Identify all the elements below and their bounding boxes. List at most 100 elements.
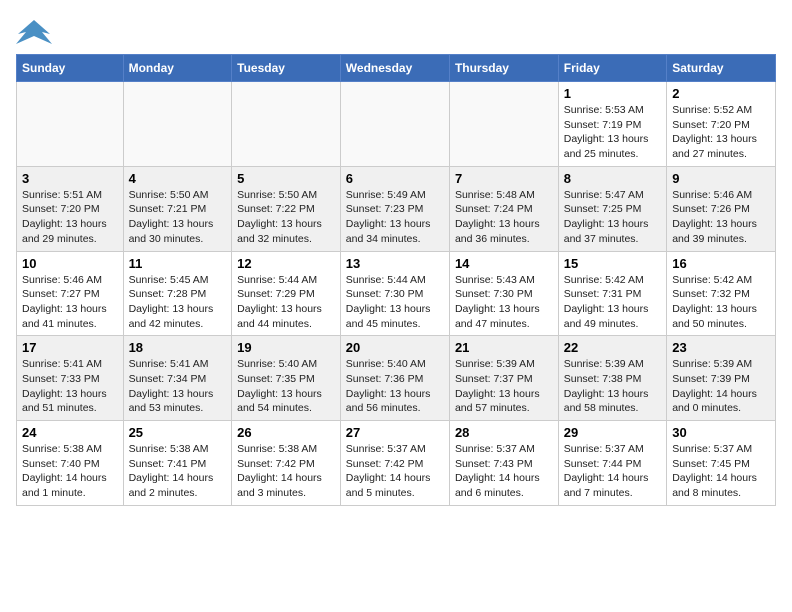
- day-number: 14: [455, 256, 553, 271]
- day-info: Sunrise: 5:48 AM Sunset: 7:24 PM Dayligh…: [455, 188, 553, 247]
- day-number: 15: [564, 256, 661, 271]
- calendar-cell: 28Sunrise: 5:37 AM Sunset: 7:43 PM Dayli…: [449, 421, 558, 506]
- day-number: 4: [129, 171, 227, 186]
- day-info: Sunrise: 5:49 AM Sunset: 7:23 PM Dayligh…: [346, 188, 444, 247]
- calendar-week-row: 10Sunrise: 5:46 AM Sunset: 7:27 PM Dayli…: [17, 251, 776, 336]
- day-info: Sunrise: 5:38 AM Sunset: 7:42 PM Dayligh…: [237, 442, 335, 501]
- calendar-cell: 23 Sunrise: 5:39 AM Sunset: 7:39 PM Dayli…: [667, 336, 776, 421]
- logo: [16, 16, 56, 46]
- day-info: Sunrise: 5:37 AM Sunset: 7:44 PM Dayligh…: [564, 442, 661, 501]
- calendar-cell: 27 Sunrise: 5:37 AM Sunset: 7:42 PM Dayli…: [340, 421, 449, 506]
- calendar-cell: 25 Sunrise: 5:38 AM Sunset: 7:41 PM Dayli…: [123, 421, 232, 506]
- day-number: 27: [346, 425, 444, 440]
- day-number: 23: [672, 340, 770, 355]
- day-info: Sunrise: 5:39 AM Sunset: 7:37 PM Dayligh…: [455, 357, 553, 416]
- day-header: Friday: [558, 55, 666, 82]
- day-header: Saturday: [667, 55, 776, 82]
- calendar-cell: [449, 82, 558, 167]
- day-info: Sunrise: 5:40 AM Sunset: 7:35 PM Dayligh…: [237, 357, 335, 416]
- header: [16, 16, 776, 46]
- day-number: 21: [455, 340, 553, 355]
- calendar-week-row: 17 Sunrise: 5:41 AM Sunset: 7:33 PM Dayli…: [17, 336, 776, 421]
- day-number: 16: [672, 256, 770, 271]
- calendar-cell: 12 Sunrise: 5:44 AM Sunset: 7:29 PM Dayli…: [232, 251, 341, 336]
- day-number: 1: [564, 86, 661, 101]
- calendar: SundayMondayTuesdayWednesdayThursdayFrid…: [16, 54, 776, 506]
- day-number: 26: [237, 425, 335, 440]
- day-info: Sunrise: 5:37 AM Sunset: 7:45 PM Dayligh…: [672, 442, 770, 501]
- day-info: Sunrise: 5:45 AM Sunset: 7:28 PM Dayligh…: [129, 273, 227, 332]
- day-number: 5: [237, 171, 335, 186]
- calendar-cell: [123, 82, 232, 167]
- day-info: Sunrise: 5:51 AM Sunset: 7:20 PM Dayligh…: [22, 188, 118, 247]
- calendar-cell: 18 Sunrise: 5:41 AM Sunset: 7:34 PM Dayli…: [123, 336, 232, 421]
- day-info: Sunrise: 5:38 AM Sunset: 7:40 PM Dayligh…: [22, 442, 118, 501]
- day-info: Sunrise: 5:37 AM Sunset: 7:43 PM Dayligh…: [455, 442, 553, 501]
- day-header: Tuesday: [232, 55, 341, 82]
- day-info: Sunrise: 5:39 AM Sunset: 7:39 PM Dayligh…: [672, 357, 770, 416]
- calendar-cell: 9 Sunrise: 5:46 AM Sunset: 7:26 PM Daylig…: [667, 166, 776, 251]
- day-header: Monday: [123, 55, 232, 82]
- calendar-cell: 3 Sunrise: 5:51 AM Sunset: 7:20 PM Daylig…: [17, 166, 124, 251]
- day-number: 22: [564, 340, 661, 355]
- calendar-cell: 13 Sunrise: 5:44 AM Sunset: 7:30 PM Dayli…: [340, 251, 449, 336]
- calendar-week-row: 1 Sunrise: 5:53 AM Sunset: 7:19 PM Daylig…: [17, 82, 776, 167]
- day-number: 20: [346, 340, 444, 355]
- day-info: Sunrise: 5:47 AM Sunset: 7:25 PM Dayligh…: [564, 188, 661, 247]
- calendar-cell: 19 Sunrise: 5:40 AM Sunset: 7:35 PM Dayli…: [232, 336, 341, 421]
- day-number: 9: [672, 171, 770, 186]
- day-info: Sunrise: 5:41 AM Sunset: 7:33 PM Dayligh…: [22, 357, 118, 416]
- day-info: Sunrise: 5:44 AM Sunset: 7:29 PM Dayligh…: [237, 273, 335, 332]
- day-number: 18: [129, 340, 227, 355]
- calendar-cell: 26 Sunrise: 5:38 AM Sunset: 7:42 PM Dayli…: [232, 421, 341, 506]
- day-number: 19: [237, 340, 335, 355]
- day-number: 6: [346, 171, 444, 186]
- day-info: Sunrise: 5:50 AM Sunset: 7:22 PM Dayligh…: [237, 188, 335, 247]
- calendar-cell: 4 Sunrise: 5:50 AM Sunset: 7:21 PM Daylig…: [123, 166, 232, 251]
- calendar-cell: 17 Sunrise: 5:41 AM Sunset: 7:33 PM Dayli…: [17, 336, 124, 421]
- day-info: Sunrise: 5:37 AM Sunset: 7:42 PM Dayligh…: [346, 442, 444, 501]
- calendar-cell: 14 Sunrise: 5:43 AM Sunset: 7:30 PM Dayli…: [449, 251, 558, 336]
- day-number: 2: [672, 86, 770, 101]
- calendar-cell: 2Sunrise: 5:52 AM Sunset: 7:20 PM Daylig…: [667, 82, 776, 167]
- day-info: Sunrise: 5:46 AM Sunset: 7:27 PM Dayligh…: [22, 273, 118, 332]
- day-info: Sunrise: 5:43 AM Sunset: 7:30 PM Dayligh…: [455, 273, 553, 332]
- calendar-cell: [232, 82, 341, 167]
- calendar-cell: 22Sunrise: 5:39 AM Sunset: 7:38 PM Dayli…: [558, 336, 666, 421]
- calendar-cell: [340, 82, 449, 167]
- day-number: 13: [346, 256, 444, 271]
- day-info: Sunrise: 5:38 AM Sunset: 7:41 PM Dayligh…: [129, 442, 227, 501]
- logo-icon: [16, 16, 52, 46]
- day-info: Sunrise: 5:53 AM Sunset: 7:19 PM Dayligh…: [564, 103, 661, 162]
- calendar-cell: 10Sunrise: 5:46 AM Sunset: 7:27 PM Dayli…: [17, 251, 124, 336]
- day-number: 3: [22, 171, 118, 186]
- day-number: 7: [455, 171, 553, 186]
- day-number: 8: [564, 171, 661, 186]
- calendar-cell: 30Sunrise: 5:37 AM Sunset: 7:45 PM Dayli…: [667, 421, 776, 506]
- day-number: 17: [22, 340, 118, 355]
- day-info: Sunrise: 5:50 AM Sunset: 7:21 PM Dayligh…: [129, 188, 227, 247]
- calendar-cell: 7 Sunrise: 5:48 AM Sunset: 7:24 PM Daylig…: [449, 166, 558, 251]
- calendar-cell: 15 Sunrise: 5:42 AM Sunset: 7:31 PM Dayli…: [558, 251, 666, 336]
- calendar-cell: 11Sunrise: 5:45 AM Sunset: 7:28 PM Dayli…: [123, 251, 232, 336]
- day-info: Sunrise: 5:46 AM Sunset: 7:26 PM Dayligh…: [672, 188, 770, 247]
- calendar-cell: 29 Sunrise: 5:37 AM Sunset: 7:44 PM Dayli…: [558, 421, 666, 506]
- day-info: Sunrise: 5:42 AM Sunset: 7:31 PM Dayligh…: [564, 273, 661, 332]
- day-number: 25: [129, 425, 227, 440]
- calendar-cell: 24Sunrise: 5:38 AM Sunset: 7:40 PM Dayli…: [17, 421, 124, 506]
- calendar-cell: 16 Sunrise: 5:42 AM Sunset: 7:32 PM Dayli…: [667, 251, 776, 336]
- day-number: 29: [564, 425, 661, 440]
- day-info: Sunrise: 5:42 AM Sunset: 7:32 PM Dayligh…: [672, 273, 770, 332]
- day-header: Wednesday: [340, 55, 449, 82]
- calendar-cell: 20 Sunrise: 5:40 AM Sunset: 7:36 PM Dayli…: [340, 336, 449, 421]
- calendar-cell: 1 Sunrise: 5:53 AM Sunset: 7:19 PM Daylig…: [558, 82, 666, 167]
- calendar-header-row: SundayMondayTuesdayWednesdayThursdayFrid…: [17, 55, 776, 82]
- day-number: 12: [237, 256, 335, 271]
- calendar-week-row: 24Sunrise: 5:38 AM Sunset: 7:40 PM Dayli…: [17, 421, 776, 506]
- calendar-cell: [17, 82, 124, 167]
- calendar-cell: 6 Sunrise: 5:49 AM Sunset: 7:23 PM Daylig…: [340, 166, 449, 251]
- day-info: Sunrise: 5:40 AM Sunset: 7:36 PM Dayligh…: [346, 357, 444, 416]
- calendar-cell: 21 Sunrise: 5:39 AM Sunset: 7:37 PM Dayli…: [449, 336, 558, 421]
- day-info: Sunrise: 5:41 AM Sunset: 7:34 PM Dayligh…: [129, 357, 227, 416]
- day-info: Sunrise: 5:44 AM Sunset: 7:30 PM Dayligh…: [346, 273, 444, 332]
